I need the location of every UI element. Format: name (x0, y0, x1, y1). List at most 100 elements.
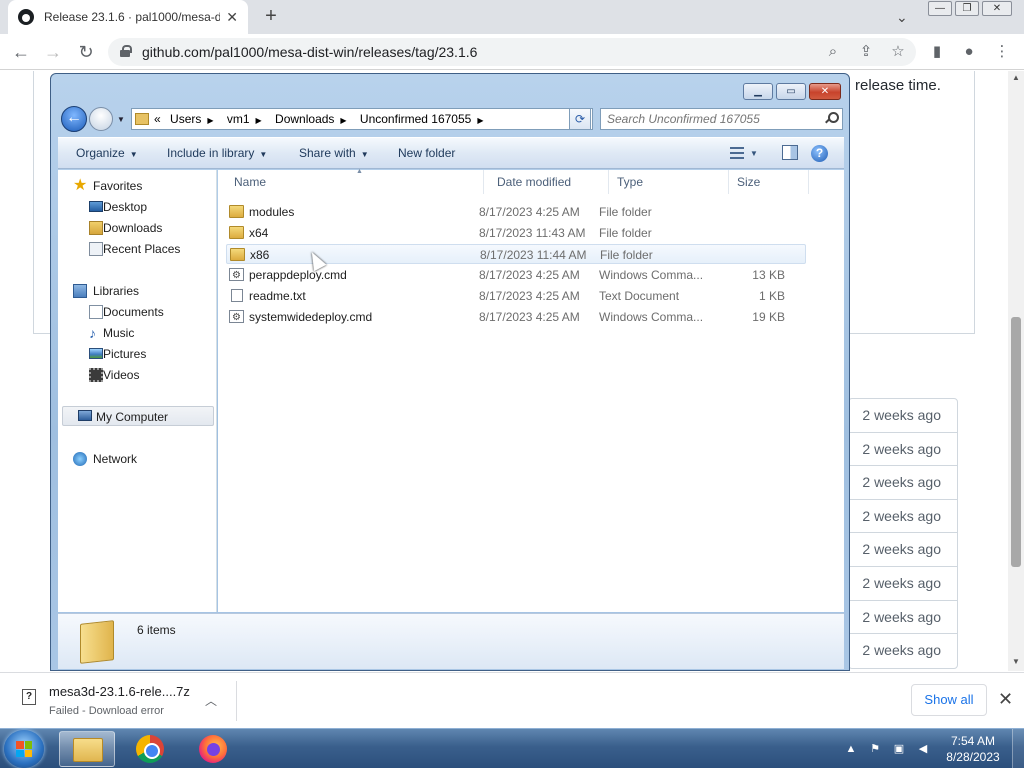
download-file-icon[interactable]: ? (22, 689, 36, 705)
column-header-size[interactable]: Size (729, 170, 809, 194)
explorer-maximize-button[interactable]: ▭ (776, 83, 806, 100)
desktop-icon (89, 201, 103, 212)
breadcrumb-downloads[interactable]: Downloads (275, 112, 334, 126)
file-row[interactable]: x64 8/17/2023 11:43 AM File folder (226, 223, 806, 243)
network-status-icon[interactable]: ▣ (892, 742, 906, 756)
nav-documents-label: Documents (103, 305, 164, 319)
view-dropdown-icon[interactable]: ▼ (750, 149, 758, 165)
show-desktop-button[interactable] (1012, 729, 1024, 768)
column-header-date-modified[interactable]: Date modified (489, 170, 609, 194)
nav-documents[interactable]: Documents (58, 302, 216, 322)
breadcrumb-overflow[interactable]: « (154, 112, 161, 126)
zoom-search-icon[interactable]: ⌕ (824, 43, 842, 61)
tray-expand-icon[interactable]: ▲ (844, 742, 858, 756)
lock-icon[interactable] (120, 45, 132, 58)
page-scrollbar[interactable]: ▲ ▼ (1008, 71, 1024, 671)
refresh-icon[interactable]: ⟳ (569, 108, 591, 130)
clock[interactable]: 7:54 AM 8/28/2023 (938, 733, 1008, 765)
close-button[interactable]: ✕ (982, 1, 1012, 16)
tab-search-chevron-icon[interactable]: ⌄ (896, 9, 908, 26)
column-header-name[interactable]: Name (226, 170, 484, 194)
scroll-down-icon[interactable]: ▼ (1012, 657, 1020, 666)
share-with-button[interactable]: Share with ▼ (299, 146, 369, 160)
side-panel-icon[interactable]: ▮ (928, 43, 946, 61)
new-tab-button[interactable]: + (260, 5, 282, 27)
reload-icon[interactable]: ↻ (76, 42, 96, 62)
nav-my-computer[interactable]: My Computer (62, 406, 214, 426)
nav-desktop-label: Desktop (103, 200, 148, 214)
forward-arrow-icon[interactable] (89, 107, 113, 131)
include-in-library-button[interactable]: Include in library ▼ (167, 146, 267, 160)
explorer-minimize-button[interactable]: ▁ (743, 83, 773, 100)
nav-network[interactable]: Network (58, 449, 216, 469)
change-view-icon[interactable] (730, 147, 744, 159)
explorer-close-button[interactable]: ✕ (809, 83, 841, 100)
caret-down-icon: ▼ (259, 150, 268, 159)
tab-title: Release 23.1.6 · pal1000/mesa-di (44, 10, 221, 24)
browser-tab[interactable]: Release 23.1.6 · pal1000/mesa-di ✕ (8, 0, 248, 34)
file-size: 1 KB (758, 289, 785, 303)
nav-network-label: Network (93, 452, 138, 466)
recent-pages-dropdown-icon[interactable]: ▼ (117, 115, 125, 124)
taskbar-explorer[interactable] (59, 731, 115, 767)
taskbar-firefox[interactable] (185, 731, 241, 767)
breadcrumb-users[interactable]: Users (170, 112, 201, 126)
nav-favorites[interactable]: ★ Favorites (58, 176, 216, 196)
file-row[interactable]: modules 8/17/2023 4:25 AM File folder (226, 202, 806, 222)
chevron-right-icon[interactable]: ▶ (256, 116, 262, 125)
tab-strip: Release 23.1.6 · pal1000/mesa-di ✕ + ⌄ —… (0, 0, 1024, 34)
file-row[interactable]: readme.txt 8/17/2023 4:25 AM Text Docume… (226, 286, 806, 306)
preview-pane-icon[interactable] (782, 145, 798, 160)
chevron-up-icon[interactable]: ︿ (205, 692, 217, 709)
chevron-right-icon[interactable]: ▶ (340, 116, 346, 125)
nav-recent-places[interactable]: Recent Places (58, 239, 216, 259)
back-arrow-icon[interactable]: ← (11, 42, 31, 62)
url-text[interactable]: github.com/pal1000/mesa-dist-win/release… (142, 44, 477, 60)
scrollbar-thumb[interactable] (1011, 317, 1021, 567)
explorer-address-bar[interactable]: « Users ▶ vm1 ▶ Downloads ▶ Unconfirmed 167… (131, 108, 593, 130)
nav-downloads[interactable]: Downloads (58, 218, 216, 238)
back-arrow-icon[interactable]: ← (61, 106, 87, 132)
nav-desktop[interactable]: Desktop (58, 197, 216, 217)
breadcrumb-unconfirmed[interactable]: Unconfirmed 167055 (360, 112, 471, 126)
organize-button[interactable]: Organize ▼ (76, 146, 138, 160)
nav-music[interactable]: ♪ Music (58, 323, 216, 343)
breadcrumb-vm1[interactable]: vm1 (227, 112, 250, 126)
new-folder-button[interactable]: New folder (398, 146, 455, 160)
search-icon[interactable] (825, 112, 839, 124)
share-icon[interactable]: ⇪ (857, 43, 875, 61)
clock-time: 7:54 AM (950, 734, 996, 748)
menu-kebab-icon[interactable]: ⋮ (993, 43, 1011, 61)
bookmark-star-icon[interactable]: ☆ (889, 43, 907, 61)
minimize-button[interactable]: — (928, 1, 952, 16)
caret-down-icon: ▼ (129, 150, 138, 159)
nav-pictures[interactable]: Pictures (58, 344, 216, 364)
chevron-right-icon[interactable]: ▶ (477, 116, 483, 125)
forward-arrow-icon[interactable]: → (43, 42, 63, 62)
nav-libraries[interactable]: Libraries (58, 281, 216, 301)
search-box[interactable] (600, 108, 843, 130)
scroll-up-icon[interactable]: ▲ (1012, 73, 1020, 82)
search-input[interactable] (601, 109, 811, 129)
taskbar-chrome[interactable] (122, 731, 178, 767)
address-bar[interactable]: github.com/pal1000/mesa-dist-win/release… (108, 38, 916, 66)
file-date: 8/17/2023 4:25 AM (479, 268, 580, 282)
file-size: 13 KB (752, 268, 785, 282)
column-header-type[interactable]: Type (609, 170, 729, 194)
help-icon[interactable]: ? (811, 145, 828, 162)
volume-muted-icon[interactable]: ◀ (916, 742, 930, 756)
close-icon[interactable]: ✕ (998, 689, 1013, 710)
text-file-icon (231, 289, 243, 302)
chevron-right-icon[interactable]: ▶ (207, 116, 213, 125)
file-row[interactable]: systemwidedeploy.cmd 8/17/2023 4:25 AM W… (226, 307, 806, 328)
download-file-name[interactable]: mesa3d-23.1.6-rele....7z (49, 684, 190, 699)
nav-videos[interactable]: Videos (58, 365, 216, 385)
tab-close-icon[interactable]: ✕ (226, 9, 238, 26)
action-center-icon[interactable]: ⚑ (868, 742, 882, 756)
asset-time: 2 weeks ago (849, 533, 957, 567)
start-button[interactable] (4, 730, 44, 768)
cmd-file-icon (229, 308, 244, 328)
profile-avatar-icon[interactable]: ● (960, 43, 978, 61)
restore-button[interactable]: ❐ (955, 1, 979, 16)
show-all-button[interactable]: Show all (911, 684, 987, 716)
